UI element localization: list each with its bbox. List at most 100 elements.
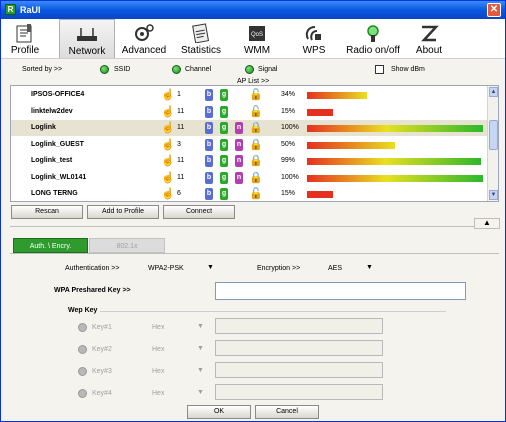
key4-field[interactable] [215,384,383,400]
ap-signal-pct: 15% [281,190,296,197]
ap-list-row[interactable]: Loglink_GUEST ☝ 3 b g n 🔒 50% [11,137,489,153]
key3-field[interactable] [215,362,383,378]
signal-bar [307,141,483,149]
ap-list-scrollbar[interactable]: ▲ ▼ [487,86,498,201]
svg-text:QoS: QoS [251,32,263,38]
scroll-up-icon[interactable]: ▲ [489,87,498,97]
ap-list-row[interactable]: Loglink_WL0141 ☝ 11 b g n 🔒 100% [11,170,489,186]
toolbar-wps[interactable]: WPS [297,19,331,58]
cancel-button[interactable]: Cancel [255,405,319,419]
signal-bar-fill [307,158,481,165]
toolbar-network-label: Network [68,46,106,57]
mode-g-icon: g [220,89,228,101]
wpa-key-label: WPA Preshared Key >> [54,287,131,294]
mode-b-icon: b [205,138,213,151]
sort-ssid-radio[interactable] [100,65,109,74]
network-icon [77,28,97,41]
key1-radio[interactable] [78,323,87,332]
toolbar-network[interactable]: Network [59,19,115,58]
mode-n-icon: n [235,155,243,167]
ap-list-label: AP List >> [237,78,270,85]
wps-icon [305,26,321,41]
key3-radio[interactable] [78,367,87,376]
scroll-thumb[interactable] [489,120,498,150]
show-dbm-checkbox[interactable] [375,65,384,74]
ap-list-row[interactable]: Loglink ☝ 11 b g n 🔒 100% [11,120,489,136]
encryption-select[interactable]: AES [328,265,342,272]
ap-channel: 11 [177,157,185,164]
advanced-icon [135,24,154,41]
key2-field[interactable] [215,340,383,356]
key2-type[interactable]: Hex [152,346,164,353]
authentication-select[interactable]: WPA2-PSK [148,265,184,272]
close-button[interactable]: ✕ [487,3,501,17]
key2-radio[interactable] [78,345,87,354]
key3-dropdown-icon[interactable]: ▼ [197,367,204,374]
ap-list-row[interactable]: IPSOS-OFFICE4 ☝ 1 b g 🔓 34% [11,87,489,103]
tab-8021x[interactable]: 802.1x [89,238,165,253]
collapse-toggle-icon[interactable]: ▲ [474,218,500,229]
tab-auth-encry[interactable]: Auth. \ Encry. [13,238,88,253]
key4-dropdown-icon[interactable]: ▼ [197,389,204,396]
security-icon: 🔒 [249,171,263,184]
ap-list-row[interactable]: Loglink_test ☝ 11 b g n 🔒 99% [11,153,489,169]
mode-b-icon: b [205,171,213,184]
rescan-button[interactable]: Rescan [11,205,83,219]
toolbar-about[interactable]: About [411,19,447,58]
mode-b-icon: b [205,155,213,167]
toolbar-radio-onoff[interactable]: Radio on/off [343,19,403,58]
authentication-dropdown-icon[interactable]: ▼ [207,264,214,271]
sort-bar: Sorted by >> SSID Channel Signal Show dB… [10,63,499,77]
toolbar-advanced-label: Advanced [121,45,167,56]
mode-b-icon: b [205,188,213,200]
mode-b-icon: b [205,105,213,118]
connect-button[interactable]: Connect [163,205,235,219]
signal-bar-fill [307,92,367,99]
show-dbm-label: Show dBm [391,66,425,73]
sort-signal-radio[interactable] [245,65,254,74]
key1-dropdown-icon[interactable]: ▼ [197,323,204,330]
security-icon: 🔒 [249,138,263,151]
ap-signal-pct: 100% [281,173,299,181]
title-bar: R RaUI ✕ [1,1,505,19]
sort-channel-radio[interactable] [172,65,181,74]
key4-type[interactable]: Hex [152,390,164,397]
infrastructure-icon: ☝ [161,171,175,184]
mode-g-icon: g [220,122,228,134]
toolbar-advanced[interactable]: Advanced [119,19,169,58]
key4-radio[interactable] [78,389,87,398]
key3-type[interactable]: Hex [152,368,164,375]
radio-icon [367,25,379,42]
authentication-label: Authentication >> [65,265,120,272]
ap-list-row[interactable]: LONG TERNG ☝ 6 b g 🔓 15% [11,186,489,201]
sort-ssid-label: SSID [114,66,131,73]
encryption-dropdown-icon[interactable]: ▼ [366,264,373,271]
infrastructure-icon: ☝ [161,89,175,101]
signal-bar [307,158,483,165]
ap-ssid: LONG TERNG [31,190,78,197]
ok-button[interactable]: OK [187,405,251,419]
ap-ssid: IPSOS-OFFICE4 [31,91,85,98]
key4-label: Key#4 [92,390,112,397]
signal-bar [307,108,483,116]
toolbar-profile-label: Profile [10,45,40,56]
wep-key-label: Wep Key [68,307,98,314]
divider [10,226,499,227]
signal-bar-fill [307,141,395,149]
ap-list-row[interactable]: linktelw2dev ☝ 11 b g 🔓 15% [11,104,489,120]
wpa-key-field[interactable] [215,282,466,300]
key1-type[interactable]: Hex [152,324,164,331]
toolbar-profile[interactable]: Profile [5,19,45,58]
key2-dropdown-icon[interactable]: ▼ [197,345,204,352]
key1-field[interactable] [215,318,383,334]
ap-ssid: Loglink [31,124,56,131]
scroll-down-icon[interactable]: ▼ [489,190,498,200]
toolbar: Profile Network Advanced Statistics QoS … [1,19,505,59]
add-to-profile-button[interactable]: Add to Profile [87,205,159,219]
toolbar-wmm[interactable]: QoS WMM [239,19,275,58]
signal-bar [307,174,483,182]
toolbar-statistics[interactable]: Statistics [179,19,223,58]
ap-ssid: Loglink_WL0141 [31,173,87,181]
sort-signal-label: Signal [258,66,278,73]
ap-signal-pct: 15% [281,107,296,115]
